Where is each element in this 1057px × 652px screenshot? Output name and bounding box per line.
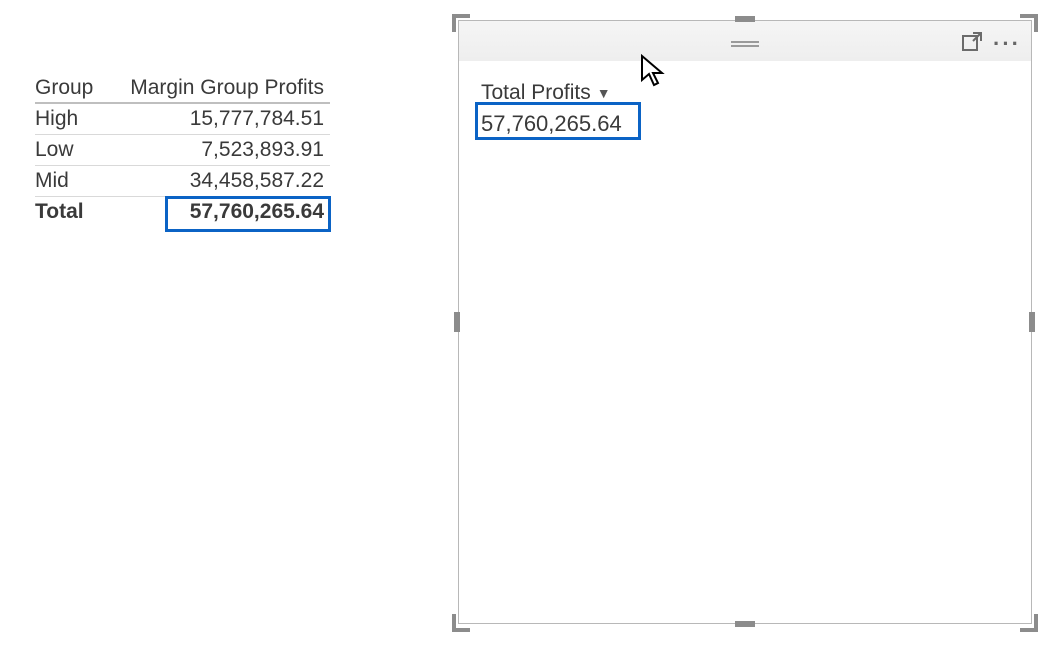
card-field-header[interactable]: Total Profits ▼ — [481, 81, 611, 105]
table-row[interactable]: Low 7,523,893.91 — [35, 135, 330, 166]
drag-grip-icon[interactable] — [731, 40, 759, 48]
table-header-row: Group Margin Group Profits — [35, 76, 330, 104]
cell-group: High — [35, 107, 125, 131]
total-value: 57,760,265.64 — [125, 200, 330, 224]
card-field-label: Total Profits — [481, 81, 591, 105]
margin-group-table[interactable]: Group Margin Group Profits High 15,777,7… — [35, 76, 330, 224]
column-header-group[interactable]: Group — [35, 76, 125, 100]
resize-handle-ne[interactable] — [1020, 14, 1038, 32]
resize-handle-w[interactable] — [454, 312, 460, 332]
cell-value: 7,523,893.91 — [125, 138, 330, 162]
cell-value: 34,458,587.22 — [125, 169, 330, 193]
card-visual-container[interactable]: ··· Total Profits ▼ 57,760,265.64 — [458, 20, 1032, 624]
cell-group: Low — [35, 138, 125, 162]
resize-handle-nw[interactable] — [452, 14, 470, 32]
cell-group: Mid — [35, 169, 125, 193]
card-value: 57,760,265.64 — [481, 111, 1009, 137]
resize-handle-e[interactable] — [1029, 312, 1035, 332]
sort-chevron-icon[interactable]: ▼ — [597, 85, 611, 101]
resize-handle-se[interactable] — [1020, 614, 1038, 632]
resize-handle-n[interactable] — [735, 16, 755, 22]
card-body: Total Profits ▼ 57,760,265.64 — [459, 61, 1031, 157]
resize-handle-sw[interactable] — [452, 614, 470, 632]
table-total-row[interactable]: Total 57,760,265.64 — [35, 197, 330, 224]
total-label: Total — [35, 200, 125, 224]
more-options-icon[interactable]: ··· — [993, 31, 1021, 57]
table-row[interactable]: Mid 34,458,587.22 — [35, 166, 330, 197]
table-row[interactable]: High 15,777,784.51 — [35, 104, 330, 135]
focus-mode-icon[interactable] — [961, 31, 983, 58]
resize-handle-s[interactable] — [735, 621, 755, 627]
column-header-profits[interactable]: Margin Group Profits — [125, 76, 330, 100]
cell-value: 15,777,784.51 — [125, 107, 330, 131]
visual-header[interactable]: ··· — [459, 21, 1031, 61]
